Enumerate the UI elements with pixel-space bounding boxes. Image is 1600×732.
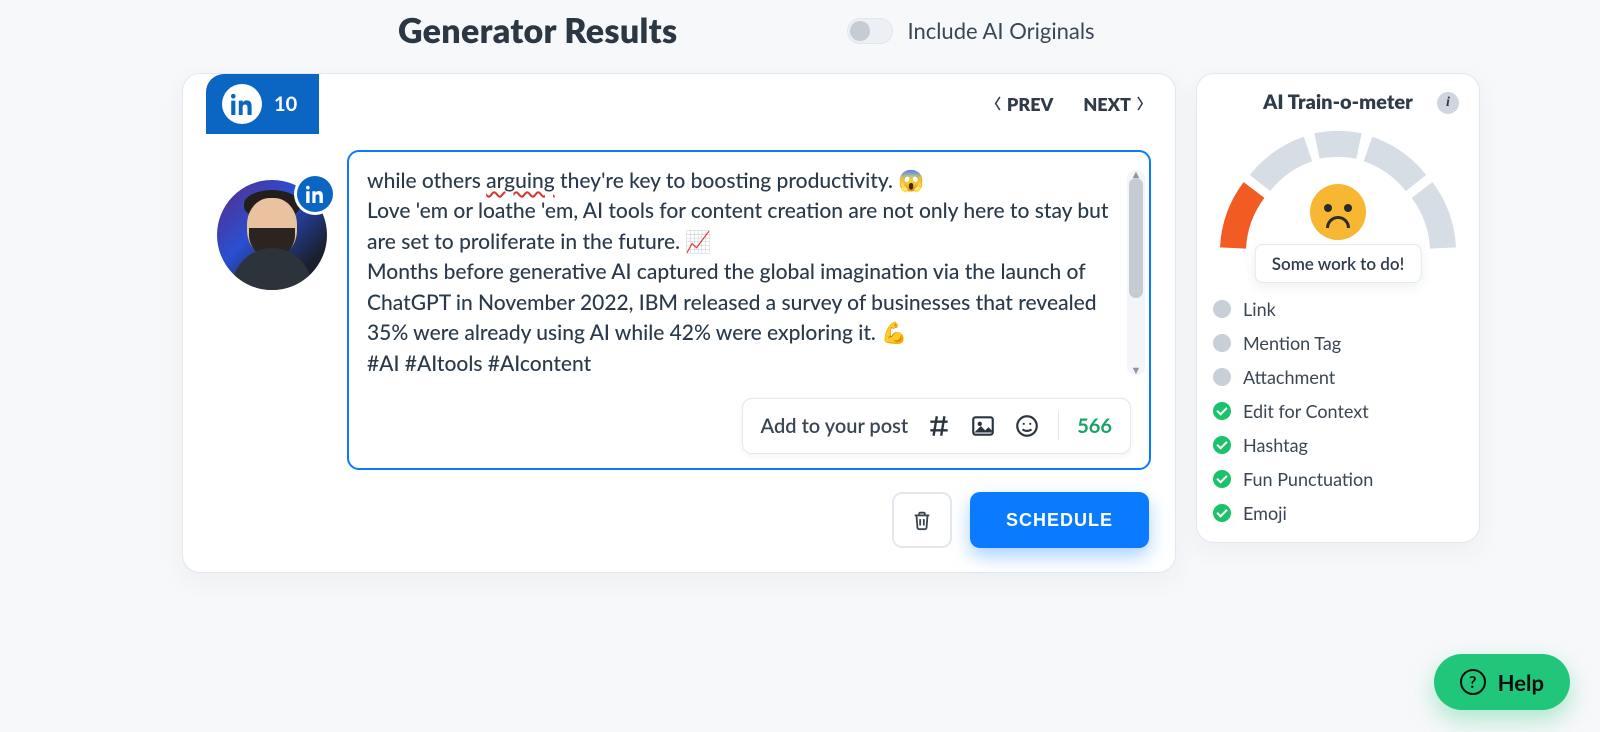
hashtag-icon[interactable]: [926, 413, 952, 439]
next-label: NEXT: [1083, 93, 1131, 115]
delete-button[interactable]: [892, 492, 952, 548]
add-to-post-bar: Add to your post 566: [742, 398, 1131, 454]
scroll-thumb[interactable]: [1129, 178, 1143, 298]
avatar-linkedin-badge: [297, 176, 333, 212]
page-title: Generator Results: [398, 10, 677, 51]
spellcheck-underline: arguing: [486, 168, 555, 193]
prev-label: PREV: [1007, 93, 1053, 115]
checklist-item: Hashtag: [1213, 434, 1463, 456]
post-editor[interactable]: while others arguing they're key to boos…: [347, 150, 1151, 470]
prev-button[interactable]: 〈 PREV: [987, 93, 1053, 115]
unchecked-dot-icon: [1213, 300, 1231, 318]
gauge-status: Some work to do!: [1255, 244, 1422, 283]
checklist-label: Hashtag: [1243, 434, 1308, 456]
emoji-icon[interactable]: [1014, 413, 1040, 439]
image-icon[interactable]: [970, 413, 996, 439]
checklist-item: Link: [1213, 298, 1463, 320]
include-ai-toggle[interactable]: [847, 18, 893, 44]
text-frag: Months before generative AI captured the…: [367, 259, 1097, 345]
text-frag: #AI #AItools #AIcontent: [367, 351, 591, 376]
checklist-label: Edit for Context: [1243, 400, 1369, 422]
check-icon: [1213, 402, 1231, 420]
checklist-item: Mention Tag: [1213, 332, 1463, 354]
include-ai-toggle-row: Include AI Originals: [847, 17, 1094, 44]
checklist-item: Fun Punctuation: [1213, 468, 1463, 490]
include-ai-label: Include AI Originals: [907, 17, 1094, 44]
help-button[interactable]: ? Help: [1434, 654, 1570, 710]
platform-tab-linkedin[interactable]: 10: [206, 74, 319, 134]
checklist-label: Attachment: [1243, 366, 1335, 388]
checklist-item: Edit for Context: [1213, 400, 1463, 422]
avatar: [217, 180, 327, 290]
platform-count: 10: [274, 92, 297, 116]
text-frag: Love 'em or loathe 'em, AI tools for con…: [367, 198, 1108, 253]
train-o-meter-card: AI Train-o-meter i Some work to do!: [1196, 73, 1480, 543]
text-frag: while others: [367, 168, 486, 193]
add-to-post-label: Add to your post: [761, 414, 909, 438]
unchecked-dot-icon: [1213, 368, 1231, 386]
check-icon: [1213, 470, 1231, 488]
next-button[interactable]: NEXT 〉: [1083, 93, 1151, 115]
text-frag: they're key to boosting productivity. 😱: [555, 168, 925, 193]
unchecked-dot-icon: [1213, 334, 1231, 352]
checklist-label: Emoji: [1243, 502, 1287, 524]
chevron-right-icon: 〉: [1137, 94, 1151, 114]
checklist-item: Emoji: [1213, 502, 1463, 524]
info-icon[interactable]: i: [1437, 92, 1459, 114]
gauge-face-icon: [1310, 184, 1366, 240]
checklist: Link Mention Tag Attachment Edit for Contex…: [1213, 298, 1463, 524]
check-icon: [1213, 504, 1231, 522]
schedule-button[interactable]: SCHEDULE: [970, 492, 1149, 548]
checklist-label: Mention Tag: [1243, 332, 1341, 354]
linkedin-icon: [222, 84, 262, 124]
tab-bar: 10 〈 PREV NEXT 〉: [183, 74, 1175, 134]
post-text[interactable]: while others arguing they're key to boos…: [367, 166, 1121, 379]
checklist-label: Link: [1243, 298, 1276, 320]
train-o-meter-title: AI Train-o-meter: [1263, 90, 1413, 114]
editor-scrollbar[interactable]: ▲ ▼: [1127, 170, 1145, 375]
help-label: Help: [1498, 669, 1544, 696]
post-card: 10 〈 PREV NEXT 〉: [182, 73, 1176, 573]
help-icon: ?: [1460, 669, 1486, 695]
scroll-down-icon[interactable]: ▼: [1127, 364, 1145, 377]
header-row: Generator Results Include AI Originals: [398, 0, 1600, 51]
check-icon: [1213, 436, 1231, 454]
chevron-left-icon: 〈: [987, 94, 1001, 114]
checklist-item: Attachment: [1213, 366, 1463, 388]
char-count: 566: [1077, 414, 1112, 438]
checklist-label: Fun Punctuation: [1243, 468, 1373, 490]
